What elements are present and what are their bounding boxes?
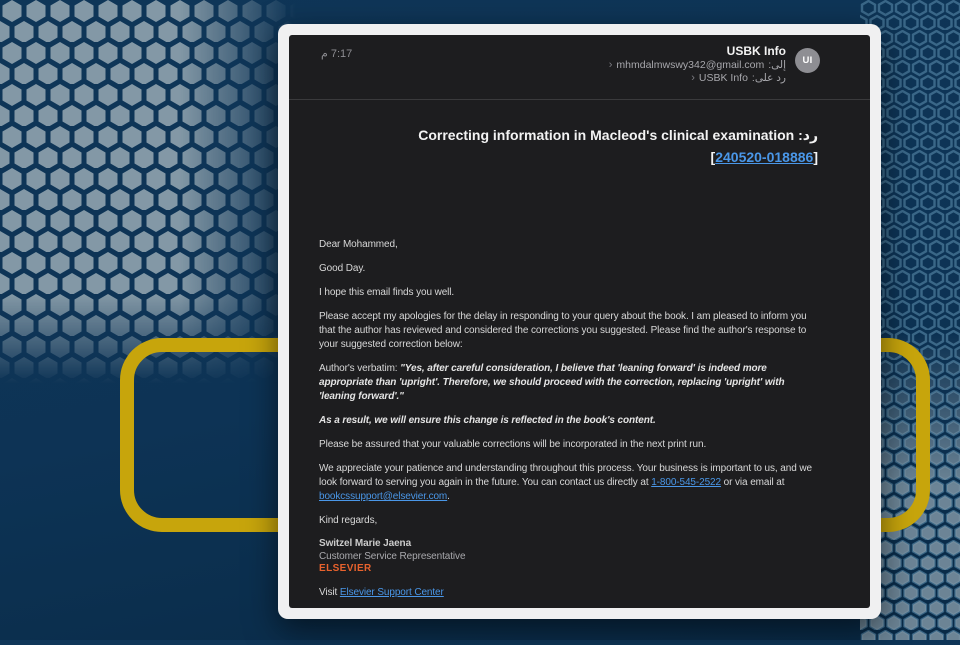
chevron-icon: ‹ bbox=[691, 72, 695, 85]
support-email-link[interactable]: bookcssupport@elsevier.com bbox=[319, 491, 447, 502]
subject-reply-prefix: رد: bbox=[798, 127, 818, 143]
visit-text: Visit bbox=[319, 587, 340, 598]
subject-line: رد: Correcting information in Macleod's … bbox=[319, 124, 818, 146]
appreciate-text: or via email at bbox=[721, 477, 784, 488]
subject-ticket-line: [240520-018886] bbox=[319, 146, 818, 168]
reply-to-label: رد على: bbox=[752, 72, 786, 85]
sender-avatar[interactable]: UI bbox=[795, 48, 820, 73]
to-row[interactable]: إلى: mhmdalmwswy342@gmail.com ‹ bbox=[319, 59, 786, 72]
email-body: Dear Mohammed, Good Day. I hope this ema… bbox=[289, 168, 870, 608]
email-viewer: 7:17 م UI USBK Info إلى: mhmdalmwswy342@… bbox=[289, 35, 870, 608]
body-paragraph: I hope this email finds you well. bbox=[319, 286, 822, 300]
sender-name[interactable]: USBK Info bbox=[319, 44, 786, 59]
body-paragraph: We appreciate your patience and understa… bbox=[319, 462, 822, 504]
verbatim-label: Author's verbatim: bbox=[319, 363, 400, 374]
ticket-number-link[interactable]: 240520-018886 bbox=[715, 149, 813, 165]
signature-title: Customer Service Representative bbox=[319, 551, 822, 564]
support-center-link[interactable]: Elsevier Support Center bbox=[340, 587, 444, 598]
body-paragraph: Please accept my apologies for the delay… bbox=[319, 310, 822, 352]
body-paragraph: Visit Elsevier Support Center bbox=[319, 586, 822, 600]
to-label: إلى: bbox=[768, 59, 786, 72]
signature-block: Switzel Marie Jaena Customer Service Rep… bbox=[319, 538, 822, 576]
body-paragraph: Author's verbatim: "Yes, after careful c… bbox=[319, 362, 822, 404]
body-paragraph: Dear Mohammed, bbox=[319, 238, 822, 252]
to-address[interactable]: mhmdalmwswy342@gmail.com bbox=[616, 59, 764, 72]
body-paragraph: Kind regards, bbox=[319, 514, 822, 528]
email-header: 7:17 م UI USBK Info إلى: mhmdalmwswy342@… bbox=[289, 35, 870, 99]
ticket-bracket-close: ] bbox=[813, 149, 818, 165]
body-paragraph: Please be assured that your valuable cor… bbox=[319, 438, 822, 452]
subject-block: رد: Correcting information in Macleod's … bbox=[289, 100, 870, 168]
reply-to-value[interactable]: USBK Info bbox=[699, 72, 748, 85]
body-paragraph: As a result, we will ensure this change … bbox=[319, 414, 822, 428]
reply-to-row[interactable]: رد على: USBK Info ‹ bbox=[319, 72, 786, 85]
signature-company: ELSEVIER bbox=[319, 563, 822, 576]
phone-link[interactable]: 1-800-545-2522 bbox=[651, 477, 721, 488]
appreciate-text: . bbox=[447, 491, 450, 502]
subject-title: Correcting information in Macleod's clin… bbox=[418, 127, 794, 143]
email-window: 7:17 م UI USBK Info إلى: mhmdalmwswy342@… bbox=[278, 24, 881, 619]
body-paragraph: Good Day. bbox=[319, 262, 822, 276]
desktop-background: { "colors": { "link": "#4a97e8", "elsevi… bbox=[0, 0, 960, 640]
signature-name: Switzel Marie Jaena bbox=[319, 538, 822, 551]
chevron-icon: ‹ bbox=[609, 59, 613, 72]
email-timestamp: 7:17 م bbox=[321, 47, 352, 60]
